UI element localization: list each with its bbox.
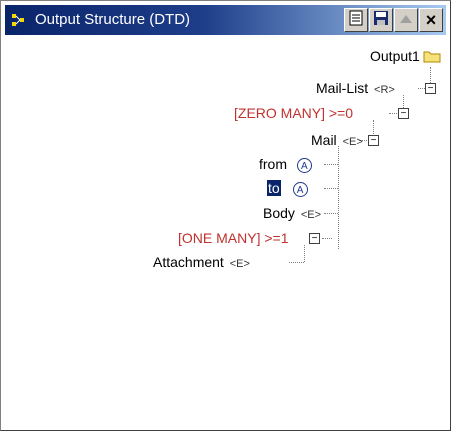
- occurrence-label: [ONE MANY]: [178, 230, 261, 246]
- attribute-icon: A: [296, 157, 312, 173]
- node-label-selected: to: [267, 180, 281, 196]
- tree-node-attachment[interactable]: Attachment <E>: [153, 254, 250, 271]
- tree-connector: [289, 262, 304, 263]
- tree-node-mail[interactable]: Mail <E>: [311, 132, 363, 149]
- node-label: Mail-List: [316, 80, 369, 96]
- tree-connector: [338, 146, 339, 249]
- collapse-toggle[interactable]: −: [309, 233, 320, 244]
- element-type-badge: <E>: [229, 258, 250, 270]
- output-structure-panel: Output Structure (DTD) × Output1 Mail-Li…: [0, 0, 451, 431]
- save-icon: [373, 10, 389, 31]
- element-type-badge: <E>: [300, 209, 321, 221]
- node-label: Output1: [370, 48, 420, 64]
- up-arrow-icon: [399, 11, 413, 29]
- tree-connector: [322, 238, 332, 239]
- tree-node-zero-many[interactable]: [ZERO MANY] >=0: [234, 105, 353, 122]
- attribute-icon: A: [292, 181, 308, 197]
- occurrence-condition: >=1: [264, 230, 289, 246]
- node-label: Attachment: [153, 254, 224, 270]
- node-label: from: [259, 156, 287, 172]
- tree-connector: [373, 120, 374, 136]
- document-button[interactable]: [344, 8, 368, 32]
- element-type-badge: <E>: [342, 136, 363, 148]
- save-button[interactable]: [369, 8, 393, 32]
- occurrence-label: [ZERO MANY]: [234, 105, 326, 121]
- collapse-toggle[interactable]: −: [368, 135, 379, 146]
- up-button[interactable]: [394, 8, 418, 32]
- document-icon: [349, 10, 363, 31]
- folder-icon: [423, 49, 441, 63]
- tree-connector: [324, 164, 338, 165]
- element-type-badge: <R>: [374, 84, 395, 96]
- title-bar: Output Structure (DTD) ×: [5, 5, 446, 35]
- tree-connector: [304, 245, 305, 262]
- tree-node-from[interactable]: from A: [259, 156, 312, 173]
- tree-connector: [418, 88, 425, 89]
- tree-node-body[interactable]: Body <E>: [263, 205, 321, 222]
- window-title: Output Structure (DTD): [35, 11, 191, 28]
- tree-node-mail-list[interactable]: Mail-List <R>: [316, 80, 395, 97]
- collapse-toggle[interactable]: −: [425, 83, 436, 94]
- close-icon: ×: [425, 9, 437, 30]
- close-button[interactable]: ×: [419, 8, 443, 32]
- tree-node-output1[interactable]: Output1: [370, 48, 420, 65]
- tree-structure-icon: [11, 13, 29, 27]
- dtd-tree: Output1 Mail-List <R> − [ZERO MANY] >=0 …: [1, 39, 450, 429]
- occurrence-condition: >=0: [328, 105, 354, 121]
- node-label: Body: [263, 205, 295, 221]
- tree-node-to[interactable]: to A: [267, 180, 308, 197]
- node-label: Mail: [311, 132, 337, 148]
- tree-node-one-many[interactable]: [ONE MANY] >=1: [178, 230, 289, 247]
- tree-connector: [324, 188, 338, 189]
- tree-connector: [324, 213, 338, 214]
- collapse-toggle[interactable]: −: [398, 108, 409, 119]
